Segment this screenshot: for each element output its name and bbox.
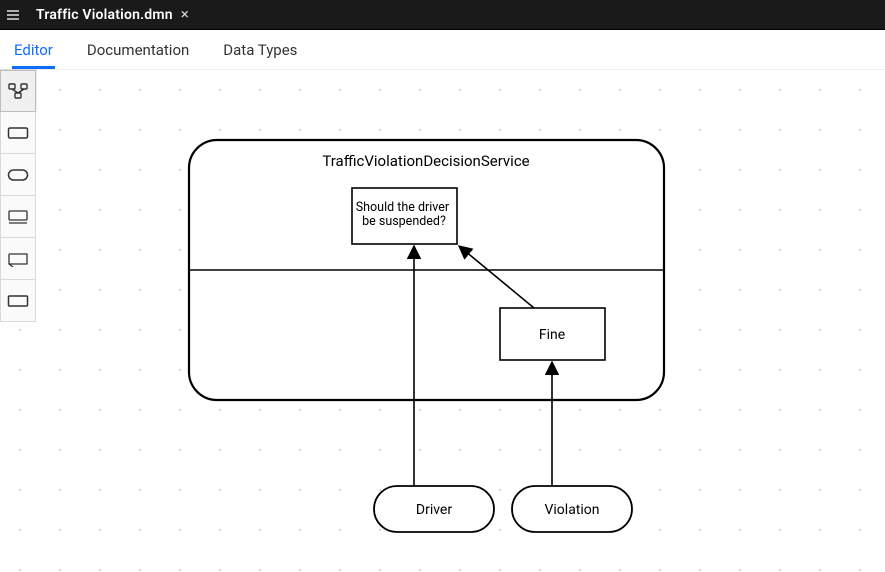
input-driver-label: Driver xyxy=(416,502,452,518)
tab-editor[interactable]: Editor xyxy=(12,30,55,69)
close-icon[interactable]: × xyxy=(181,7,189,22)
file-tab[interactable]: Traffic Violation.dmn × xyxy=(28,3,197,27)
hamburger-icon[interactable] xyxy=(4,6,22,24)
decision-suspend-label: Should the driver be suspended? xyxy=(356,200,453,229)
dmn-model-icon[interactable] xyxy=(0,70,36,112)
decision-icon[interactable] xyxy=(0,112,36,154)
decision-fine[interactable]: Fine xyxy=(500,308,605,360)
text-annotation-icon[interactable] xyxy=(0,238,36,280)
input-violation-label: Violation xyxy=(544,502,599,518)
decision-service-label: TrafficViolationDecisionService xyxy=(322,152,529,170)
knowledge-source-icon[interactable] xyxy=(0,154,36,196)
input-violation[interactable]: Violation xyxy=(512,486,632,532)
tab-datatypes[interactable]: Data Types xyxy=(221,30,299,69)
tab-documentation[interactable]: Documentation xyxy=(85,30,191,69)
bkm-icon[interactable] xyxy=(0,196,36,238)
tabbar: Editor Documentation Data Types xyxy=(0,30,885,70)
decision-service[interactable]: TrafficViolationDecisionService xyxy=(189,140,664,400)
input-data-icon[interactable] xyxy=(0,280,36,322)
toolbox xyxy=(0,70,36,322)
decision-suspend[interactable]: Should the driver be suspended? xyxy=(352,188,457,244)
file-name: Traffic Violation.dmn xyxy=(36,7,173,23)
input-driver[interactable]: Driver xyxy=(374,486,494,532)
workspace[interactable]: TrafficViolationDecisionService Should t… xyxy=(0,70,885,572)
decision-fine-label: Fine xyxy=(539,327,565,343)
diagram-canvas[interactable]: TrafficViolationDecisionService Should t… xyxy=(0,70,885,572)
titlebar: Traffic Violation.dmn × xyxy=(0,0,885,30)
